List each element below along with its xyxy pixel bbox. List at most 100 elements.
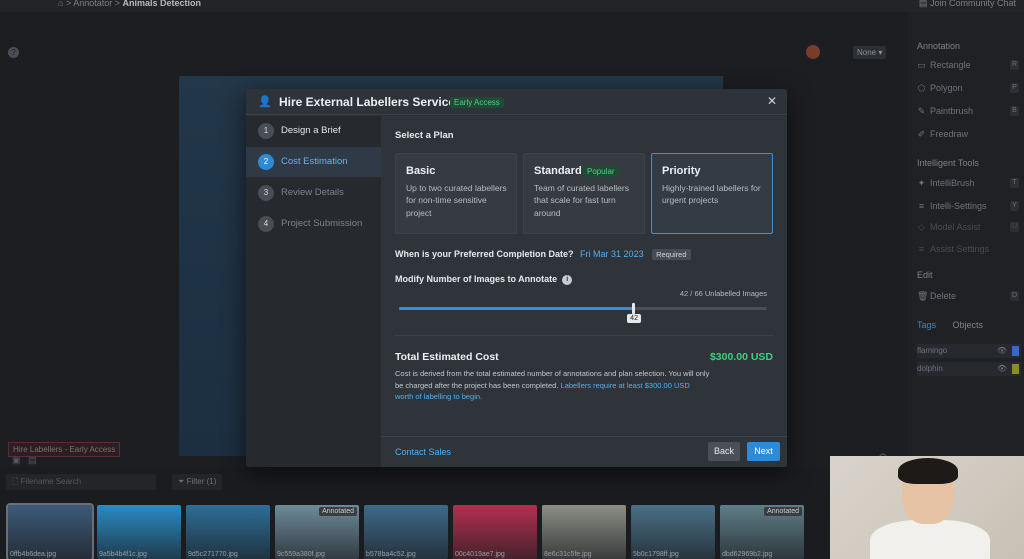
slider-fill xyxy=(399,307,634,310)
eye-icon: 👁 xyxy=(996,346,1007,355)
tool-model-assist[interactable]: ◇ Model Assist U xyxy=(917,220,1021,234)
sparkle-icon: ✦ xyxy=(917,178,926,188)
step-design-brief[interactable]: 1 Design a Brief xyxy=(246,116,381,146)
plan-basic[interactable]: Basic Up to two curated labellers for no… xyxy=(395,153,517,234)
info-icon[interactable]: i xyxy=(562,274,573,285)
filter-select[interactable]: None ▾ xyxy=(853,46,887,59)
tool-assist-settings[interactable]: ≡ Assist Settings xyxy=(917,242,1021,256)
hire-labellers-modal: 👤 Hire External Labellers Service Early … xyxy=(246,89,787,467)
total-cost-title: Total Estimated Cost xyxy=(395,351,499,363)
plan-standard[interactable]: Standard Popular Team of curated labelle… xyxy=(523,153,645,234)
image-thumbnail[interactable]: 5b0c1798ff.jpg xyxy=(631,505,715,559)
image-thumbnail[interactable]: b578ba4c52.jpg xyxy=(364,505,448,559)
breadcrumb-annotator[interactable]: Annotator xyxy=(73,0,112,8)
annotation-title: Annotation xyxy=(917,41,961,51)
app-window: ⌂ > Annotator > Animals Detection ▤ Join… xyxy=(0,0,1024,559)
home-icon[interactable]: ⌂ xyxy=(58,0,63,8)
thumbnail-caption: 00c4019ae7.jpg xyxy=(455,551,505,558)
stepper: 1 Design a Brief 2 Cost Estimation 3 Review… xyxy=(246,116,381,467)
step-review-details[interactable]: 3 Review Details xyxy=(246,178,381,208)
chat-icon: ▤ xyxy=(918,0,928,8)
breadcrumb-project: Animals Detection xyxy=(122,0,202,8)
plan-description: Highly-trained labellers for urgent proj… xyxy=(662,183,761,206)
unlabelled-count: 42 / 66 Unlabelled Images xyxy=(679,289,767,298)
thumbnail-caption: 8e6c31c5fe.jpg xyxy=(544,551,592,558)
image-thumbnail[interactable]: 00c4019ae7.jpg xyxy=(453,505,537,559)
modify-images-label: Modify Number of Images to Annotate i xyxy=(395,274,573,285)
early-access-badge: Early Access xyxy=(450,97,504,108)
tool-polygon[interactable]: ⬠ Polygon P xyxy=(917,81,1021,95)
images-slider[interactable] xyxy=(399,303,767,314)
required-badge: Required xyxy=(652,249,691,260)
image-thumbnail[interactable]: 9d5c271770.jpg xyxy=(186,505,270,559)
plan-description: Up to two curated labellers for non-time… xyxy=(406,183,507,218)
plan-description: Team of curated labellers that scale for… xyxy=(534,183,629,218)
close-icon[interactable]: ✕ xyxy=(767,94,777,108)
image-thumbnail[interactable]: 9c559a380f.jpg Annotated xyxy=(275,505,359,559)
community-link[interactable]: ▤ Join Community Chat xyxy=(919,0,1016,9)
tab-objects[interactable]: Objects xyxy=(953,320,984,330)
modal-header: 👤 Hire External Labellers Service Early … xyxy=(246,89,787,115)
popular-badge: Popular xyxy=(583,166,619,177)
plan-priority[interactable]: Priority Highly-trained labellers for ur… xyxy=(651,153,773,234)
settings-icon: ≡ xyxy=(918,244,925,254)
delete-button[interactable]: 🗑 Delete D xyxy=(917,289,1021,303)
help-icon[interactable]: ? xyxy=(8,47,19,58)
thumbnail-caption: 9d5c271770.jpg xyxy=(188,551,238,558)
annotated-badge: Annotated xyxy=(764,507,802,516)
modal-title: Hire External Labellers Service xyxy=(279,95,456,109)
filter-button[interactable]: ⏷ Filter (1) xyxy=(172,474,223,490)
thumbnail-caption: b578ba4c52.jpg xyxy=(366,551,416,558)
slider-value-tooltip: 42 xyxy=(627,314,641,323)
trash-icon: 🗑 xyxy=(917,291,929,301)
tool-paintbrush[interactable]: ✎ Paintbrush B xyxy=(917,104,1021,118)
select-plan-heading: Select a Plan xyxy=(395,130,454,141)
image-thumbnail[interactable]: 8e6c31c5fe.jpg xyxy=(542,505,626,559)
breadcrumb: ⌂ > Annotator > Animals Detection xyxy=(58,0,202,8)
panel-tabs: Tags Objects xyxy=(917,320,997,330)
cost-description: Cost is derived from the total estimated… xyxy=(395,369,710,401)
tag-row[interactable]: flamingo 👁 xyxy=(917,344,1021,358)
strip-toolbar-icons[interactable]: ▣ ▤ xyxy=(12,455,37,466)
polygon-icon: ⬠ xyxy=(917,83,926,93)
image-thumbnail[interactable]: dbd62969b2.jpg Annotated xyxy=(720,505,804,559)
tab-tags[interactable]: Tags xyxy=(917,320,936,330)
tool-intelli-settings[interactable]: ≡ Intelli-Settings Y xyxy=(917,199,1021,213)
next-button[interactable]: Next xyxy=(747,442,780,461)
user-avatar[interactable] xyxy=(806,45,820,59)
step-cost-estimation[interactable]: 2 Cost Estimation xyxy=(246,147,381,177)
slider-handle[interactable] xyxy=(632,303,636,314)
paintbrush-icon: ✎ xyxy=(917,106,926,116)
plan-name: Basic xyxy=(406,165,436,177)
tool-intellibrush[interactable]: ✦ IntelliBrush T xyxy=(917,176,1021,190)
pencil-icon: ✐ xyxy=(917,129,926,139)
eye-icon: 👁 xyxy=(996,364,1007,373)
back-button[interactable]: Back xyxy=(708,442,740,461)
tool-freedraw[interactable]: ✐ Freedraw xyxy=(917,127,1021,141)
right-panel: Annotation ▭ Rectangle R ⬠ Polygon P ✎ Paintb… xyxy=(908,12,1024,467)
modal-content: Select a Plan Basic Up to two curated la… xyxy=(381,116,787,436)
image-thumbnail[interactable]: 9a5b4b4f1c.jpg xyxy=(97,505,181,559)
tool-rectangle[interactable]: ▭ Rectangle R xyxy=(917,58,1021,72)
contact-sales-link[interactable]: Contact Sales xyxy=(395,447,451,457)
model-icon: ◇ xyxy=(918,222,925,232)
webcam-overlay xyxy=(830,456,1024,559)
completion-date-label: When is your Preferred Completion Date? xyxy=(395,249,574,259)
top-bar: ⌂ > Annotator > Animals Detection ▤ Join… xyxy=(0,0,1024,12)
filename-search-input[interactable]: 🗋 Filename Search xyxy=(6,474,156,490)
completion-date-picker[interactable]: Fri Mar 31 2023 xyxy=(580,249,644,259)
edit-title: Edit xyxy=(917,270,933,280)
image-thumbnail[interactable]: 0ffb4b6dea.jpg xyxy=(6,503,94,559)
tag-row[interactable]: dolphin 👁 xyxy=(917,362,1021,376)
thumbnail-caption: 0ffb4b6dea.jpg xyxy=(10,551,57,558)
thumbnail-caption: 9a5b4b4f1c.jpg xyxy=(99,551,147,558)
annotated-badge: Annotated xyxy=(319,507,357,516)
intelligent-tools-title: Intelligent Tools xyxy=(917,158,979,168)
completion-date-row: When is your Preferred Completion Date? … xyxy=(395,249,691,260)
thumbnail-caption: 9c559a380f.jpg xyxy=(277,551,325,558)
plan-name: Priority xyxy=(662,165,701,177)
sliders-icon: ≡ xyxy=(918,201,925,211)
community-label: Join Community Chat xyxy=(929,0,1016,8)
thumbnail-caption: 5b0c1798ff.jpg xyxy=(633,551,679,558)
step-project-submission[interactable]: 4 Project Submission xyxy=(246,209,381,239)
